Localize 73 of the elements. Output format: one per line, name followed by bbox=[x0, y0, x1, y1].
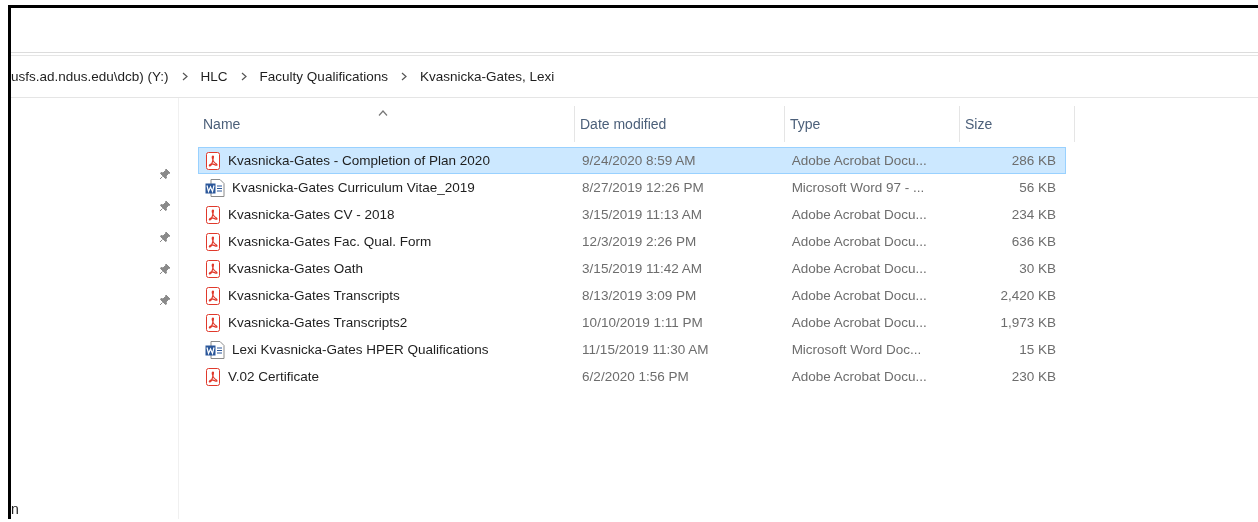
size-cell-text: 15 KB bbox=[1018, 342, 1057, 357]
pin-icon[interactable] bbox=[159, 199, 171, 212]
file-name: Kvasnicka-Gates Oath bbox=[228, 261, 364, 276]
file-row[interactable]: Kvasnicka-Gates Curriculum Vitae_2019 8/27/2019 12:26 PM Microsoft Word 97 - ... 56 KB bbox=[198, 174, 1066, 201]
file-name: Kvasnicka-Gates Transcripts bbox=[228, 288, 400, 303]
file-name: Kvasnicka-Gates - Completion of Plan 2020 bbox=[228, 153, 490, 168]
pdf-file-icon bbox=[205, 286, 221, 305]
type-cell-text: Microsoft Word Doc... bbox=[790, 342, 923, 357]
column-header[interactable]: Date modified bbox=[575, 106, 785, 142]
type-cell-text: Adobe Acrobat Docu... bbox=[790, 207, 928, 222]
date-cell-text: 6/2/2020 1:56 PM bbox=[581, 369, 690, 384]
pin-icon[interactable] bbox=[159, 294, 171, 306]
word-file-icon bbox=[205, 340, 225, 359]
size-cell-text: 230 KB bbox=[1010, 369, 1057, 384]
breadcrumb-item[interactable]: Kvasnicka-Gates, Lexi bbox=[419, 69, 555, 84]
pdf-file-icon bbox=[205, 259, 221, 278]
file-name: Kvasnicka-Gates CV - 2018 bbox=[228, 207, 395, 222]
type-cell-text: Adobe Acrobat Docu... bbox=[790, 288, 928, 303]
file-row[interactable]: V.02 Certificate 6/2/2020 1:56 PM Adobe Acrobat Docu... 230 KB bbox=[198, 363, 1066, 390]
file-name: Lexi Kvasnicka-Gates HPER Qualifications bbox=[232, 342, 489, 357]
pane-text: n bbox=[11, 501, 20, 519]
date-cell-text: 10/10/2019 1:11 PM bbox=[581, 315, 704, 330]
size-cell-text: 286 KB bbox=[1010, 153, 1057, 168]
word-file-icon bbox=[205, 178, 225, 197]
file-row[interactable]: Kvasnicka-Gates Transcripts2 10/10/2019 1:11 PM Adobe Acrobat Docu... 1,973 KB bbox=[198, 309, 1066, 336]
size-cell-text: 56 KB bbox=[1018, 180, 1057, 195]
chevron-icon bbox=[240, 72, 247, 81]
file-name: Kvasnicka-Gates Transcripts2 bbox=[228, 315, 408, 330]
size-cell-text: 234 KB bbox=[1010, 207, 1057, 222]
pdf-file-icon bbox=[205, 367, 221, 386]
sort-caret-icon bbox=[378, 110, 389, 116]
breadcrumb-item[interactable]: HLC bbox=[200, 69, 228, 84]
file-row[interactable]: Kvasnicka-Gates CV - 2018 3/15/2019 11:13 AM Adobe Acrobat Docu... 234 KB bbox=[198, 201, 1066, 228]
size-cell-text: 1,973 KB bbox=[999, 315, 1057, 330]
file-row[interactable]: Kvasnicka-Gates Fac. Qual. Form 12/3/2019 2:26 PM Adobe Acrobat Docu... 636 KB bbox=[198, 228, 1066, 255]
file-row[interactable]: Kvasnicka-Gates Transcripts 8/13/2019 3:09 PM Adobe Acrobat Docu... 2,420 KB bbox=[198, 282, 1066, 309]
chevron-icon bbox=[400, 72, 407, 81]
file-row[interactable]: Kvasnicka-Gates - Completion of Plan 2020 9/24/2020 8:59 AM Adobe Acrobat Docu... 286 KB bbox=[198, 147, 1066, 174]
pdf-file-icon bbox=[205, 151, 221, 170]
pdf-file-icon bbox=[205, 205, 221, 224]
type-cell-text: Adobe Acrobat Docu... bbox=[790, 153, 928, 168]
pdf-file-icon bbox=[205, 232, 221, 251]
column-header[interactable]: Size bbox=[960, 106, 1075, 142]
date-cell-text: 8/27/2019 12:26 PM bbox=[581, 180, 705, 195]
chevron-icon bbox=[181, 72, 188, 81]
date-cell-text: 12/3/2019 2:26 PM bbox=[581, 234, 698, 249]
file-row[interactable]: Kvasnicka-Gates Oath 3/15/2019 11:42 AM Adobe Acrobat Docu... 30 KB bbox=[198, 255, 1066, 282]
date-cell-text: 8/13/2019 3:09 PM bbox=[581, 288, 698, 303]
date-cell-text: 11/15/2019 11:30 AM bbox=[581, 342, 710, 357]
pin-icon[interactable] bbox=[159, 262, 171, 275]
file-name: Kvasnicka-Gates Fac. Qual. Form bbox=[228, 234, 432, 249]
size-cell-text: 30 KB bbox=[1018, 261, 1057, 276]
type-cell-text: Adobe Acrobat Docu... bbox=[790, 369, 928, 384]
size-cell-text: 636 KB bbox=[1010, 234, 1057, 249]
date-cell-text: 9/24/2020 8:59 AM bbox=[581, 153, 697, 168]
address-bar[interactable]: usfs.ad.ndus.edu\dcb) (Y:) HLC Faculty Qualifications Kvasnicka-Gates, Lexi bbox=[11, 55, 1258, 98]
breadcrumb-item[interactable]: Faculty Qualifications bbox=[259, 69, 388, 84]
type-cell-text: Microsoft Word 97 - ... bbox=[790, 180, 926, 195]
breadcrumb-item[interactable]: usfs.ad.ndus.edu\dcb) (Y:) bbox=[11, 69, 169, 84]
column-header[interactable]: Type bbox=[785, 106, 960, 142]
date-cell-text: 3/15/2019 11:42 AM bbox=[581, 261, 703, 276]
column-header[interactable]: Name bbox=[198, 106, 575, 142]
file-name: Kvasnicka-Gates Curriculum Vitae_2019 bbox=[232, 180, 475, 195]
type-cell-text: Adobe Acrobat Docu... bbox=[790, 261, 928, 276]
file-row[interactable]: Lexi Kvasnicka-Gates HPER Qualifications 11/15/2019 11:30 AM Microsoft Word Doc... 15 KB bbox=[198, 336, 1066, 363]
size-cell-text: 2,420 KB bbox=[999, 288, 1057, 303]
file-name: V.02 Certificate bbox=[228, 369, 320, 384]
type-cell-text: Adobe Acrobat Docu... bbox=[790, 234, 928, 249]
type-cell-text: Adobe Acrobat Docu... bbox=[790, 315, 928, 330]
pdf-file-icon bbox=[205, 313, 221, 332]
pin-icon[interactable] bbox=[159, 231, 171, 243]
pin-icon[interactable] bbox=[159, 168, 171, 180]
date-cell-text: 3/15/2019 11:13 AM bbox=[581, 207, 703, 222]
